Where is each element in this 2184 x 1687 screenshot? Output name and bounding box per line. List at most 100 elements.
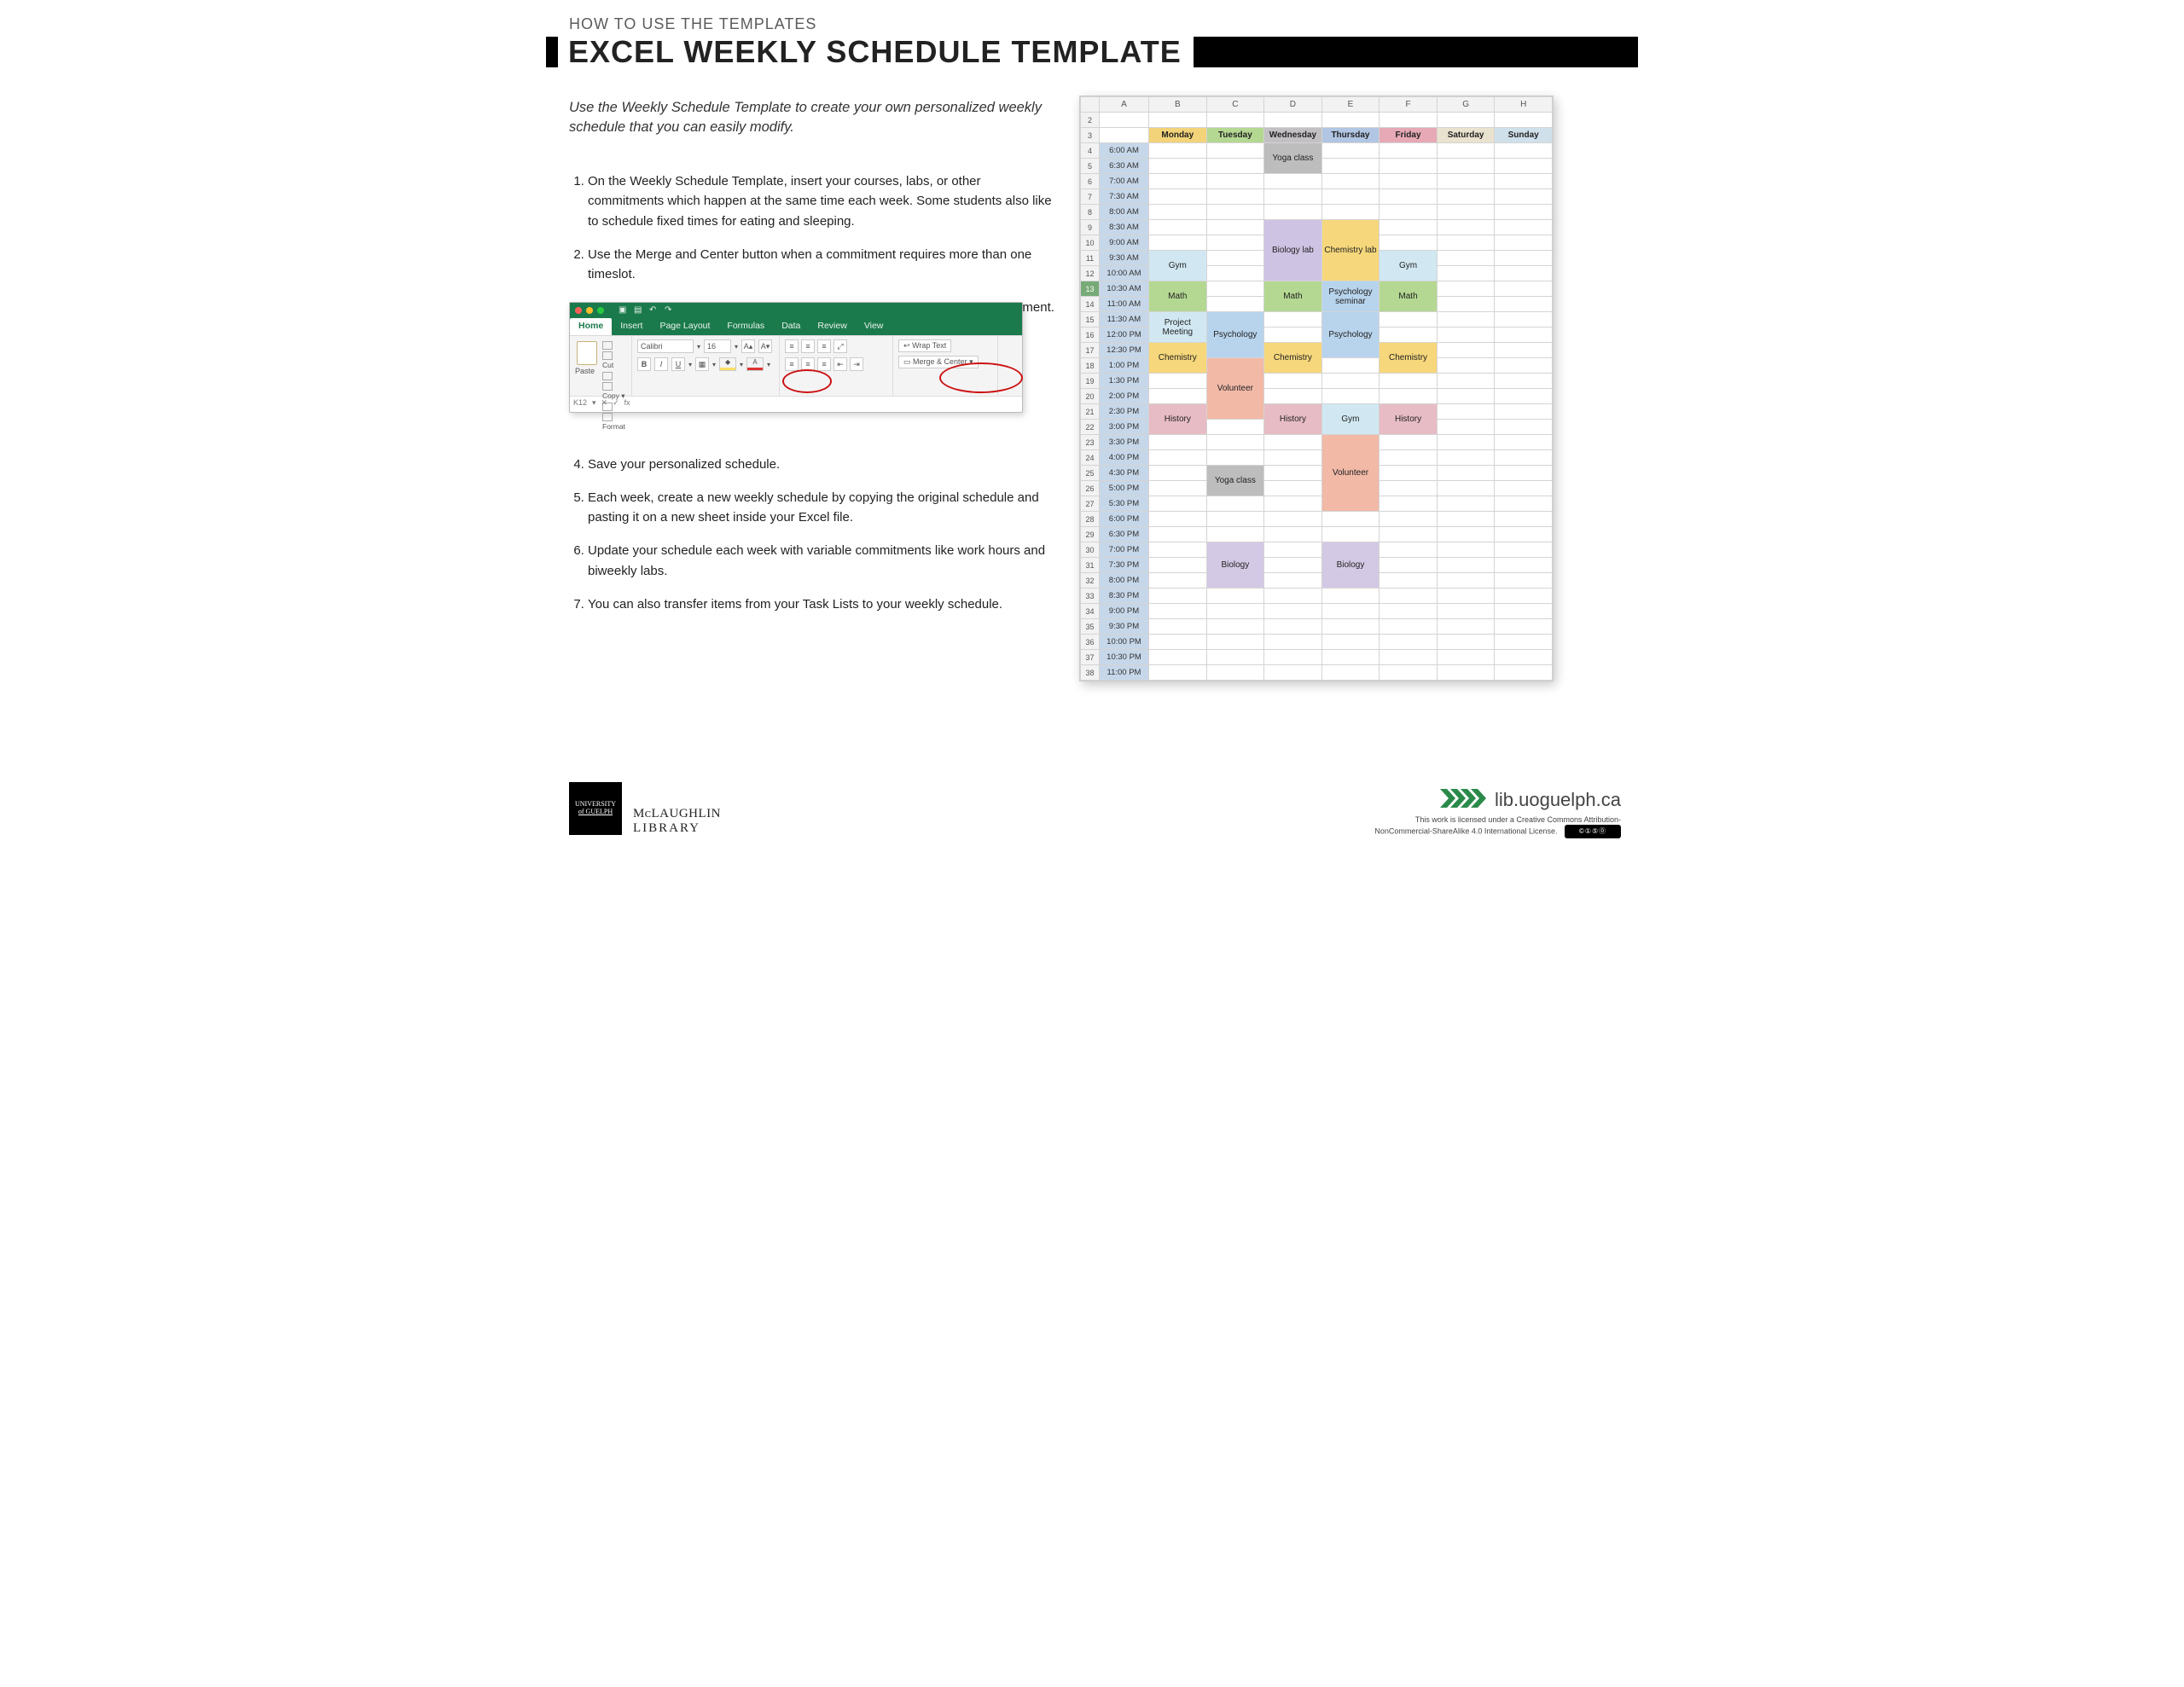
mclaughlin-library-wordmark: MᴄLAUGHLIN LIBRARY (633, 807, 721, 835)
time-1730: 5:30 PM (1100, 496, 1149, 512)
col-G: G (1437, 97, 1495, 113)
format-label: Format (602, 412, 625, 431)
align-middle-icon: ≡ (801, 339, 815, 353)
event-math-mon: Math (1149, 281, 1207, 312)
event-volunteer-thu: Volunteer (1321, 435, 1380, 512)
wrap-text-icon: ↩ (903, 341, 910, 350)
day-thursday: Thursday (1321, 128, 1380, 143)
schedule-table: A B C D E F G H 2 3 Monday Tuesday Wedne… (1080, 96, 1553, 681)
right-column: A B C D E F G H 2 3 Monday Tuesday Wedne… (1079, 96, 1565, 681)
ribbon-body: Paste Cut Copy ▾ Format Calibri▾ 16▾ A▴ … (570, 335, 1022, 396)
day-monday: Monday (1149, 128, 1207, 143)
time-1900: 7:00 PM (1100, 542, 1149, 558)
italic-button: I (654, 357, 668, 371)
save-icon: ▣ (619, 306, 627, 315)
redo-icon: ↷ (665, 306, 673, 315)
minimize-icon (586, 307, 593, 314)
col-B: B (1149, 97, 1207, 113)
event-psych-tue: Psychology (1206, 312, 1264, 358)
zoom-icon (597, 307, 604, 314)
library-url: lib.uoguelph.ca (1440, 789, 1621, 813)
time-1130: 11:30 AM (1100, 312, 1149, 328)
cut-label: Cut (602, 351, 615, 369)
time-2030: 8:30 PM (1100, 588, 1149, 604)
col-A: A (1100, 97, 1149, 113)
time-0900: 9:00 AM (1100, 235, 1149, 251)
bold-button: B (637, 357, 651, 371)
time-1930: 7:30 PM (1100, 558, 1149, 573)
align-center-icon: ≡ (801, 357, 815, 371)
align-top-icon: ≡ (785, 339, 799, 353)
event-biology-thu: Biology (1321, 542, 1380, 588)
time-2100: 9:00 PM (1100, 604, 1149, 619)
event-yoga-tue: Yoga class (1206, 466, 1264, 496)
print-icon: ▤ (634, 306, 642, 315)
decrease-indent-icon: ⇤ (834, 357, 847, 371)
time-1330: 1:30 PM (1100, 374, 1149, 389)
row-2: 2 (1081, 113, 1100, 128)
cc-by-nc-sa-badge: ©①⑤⓪ (1565, 825, 1621, 838)
intro-text: Use the Weekly Schedule Template to crea… (569, 98, 1055, 137)
event-chem-wed: Chemistry (1264, 343, 1322, 374)
fill-color-button: ◆ (719, 357, 736, 371)
ribbon-tabs: Home Insert Page Layout Formulas Data Re… (570, 318, 1022, 335)
merge-icon: ▭ (903, 357, 911, 366)
formula-bar: K12 ▾ ✕ ✓ fx (570, 396, 1022, 409)
event-math-fri: Math (1380, 281, 1438, 312)
row-3: 3 (1081, 128, 1100, 143)
time-1700: 5:00 PM (1100, 481, 1149, 496)
chevrons-icon (1440, 789, 1488, 813)
time-2130: 9:30 PM (1100, 619, 1149, 635)
event-volunteer-tue: Volunteer (1206, 358, 1264, 420)
day-tuesday: Tuesday (1206, 128, 1264, 143)
time-1400: 2:00 PM (1100, 389, 1149, 404)
time-1600: 4:00 PM (1100, 450, 1149, 466)
schedule-spreadsheet: A B C D E F G H 2 3 Monday Tuesday Wedne… (1079, 96, 1554, 681)
time-1200: 12:00 PM (1100, 328, 1149, 343)
font-name-select: Calibri (637, 339, 694, 353)
tab-view: View (856, 318, 892, 335)
time-0830: 8:30 AM (1100, 220, 1149, 235)
step-5: Each week, create a new weekly schedule … (588, 488, 1055, 528)
close-icon (575, 307, 582, 314)
merge-center-button: ▭ Merge & Center ▾ (898, 356, 979, 368)
event-yoga-wed: Yoga class (1264, 143, 1322, 174)
borders-icon: ▦ (695, 357, 709, 371)
time-1800: 6:00 PM (1100, 512, 1149, 527)
day-friday: Friday (1380, 128, 1438, 143)
time-0930: 9:30 AM (1100, 251, 1149, 266)
wrap-text-button: ↩ Wrap Text (898, 339, 951, 352)
time-1500: 3:00 PM (1100, 420, 1149, 435)
event-gym-fri: Gym (1380, 251, 1438, 281)
col-E: E (1321, 97, 1380, 113)
time-2230: 10:30 PM (1100, 650, 1149, 665)
title-bar-trail (1194, 37, 1638, 67)
time-0730: 7:30 AM (1100, 189, 1149, 205)
event-history-fri: History (1380, 404, 1438, 435)
underline-button: U (671, 357, 685, 371)
footer: UNIVERSITYof GUELPH MᴄLAUGHLIN LIBRARY l… (546, 775, 1638, 844)
event-chem-fri: Chemistry (1380, 343, 1438, 374)
fill-bucket-icon: ◆ (720, 358, 735, 368)
tab-home: Home (570, 318, 612, 335)
event-chemistry-lab: Chemistry lab (1321, 220, 1380, 281)
orientation-icon: ⤢ (834, 339, 847, 353)
col-F: F (1380, 97, 1438, 113)
undo-icon: ↶ (649, 306, 658, 315)
time-2000: 8:00 PM (1100, 573, 1149, 588)
tab-review: Review (809, 318, 855, 335)
col-H: H (1495, 97, 1553, 113)
alignment-group: ≡ ≡ ≡ ⤢ ≡ ≡ ≡ ⇤ ⇥ (780, 336, 893, 396)
select-all-corner (1081, 97, 1100, 113)
title-bar-lead (546, 37, 558, 67)
font-group: Calibri▾ 16▾ A▴ A▾ B I U▾ ▦▾ ◆▾ A▾ (632, 336, 780, 396)
step-6: Update your schedule each week with vari… (588, 541, 1055, 581)
event-biology-tue: Biology (1206, 542, 1264, 588)
step-4: Save your personalized schedule. (588, 455, 1055, 474)
increase-indent-icon: ⇥ (850, 357, 863, 371)
tab-insert: Insert (612, 318, 651, 335)
event-chem-mon: Chemistry (1149, 343, 1207, 374)
page-title: EXCEL WEEKLY SCHEDULE TEMPLATE (568, 34, 1182, 70)
ribbon-titlebar: ▣ ▤ ↶ ↷ (570, 303, 1022, 318)
grow-font-icon: A▴ (741, 339, 755, 353)
